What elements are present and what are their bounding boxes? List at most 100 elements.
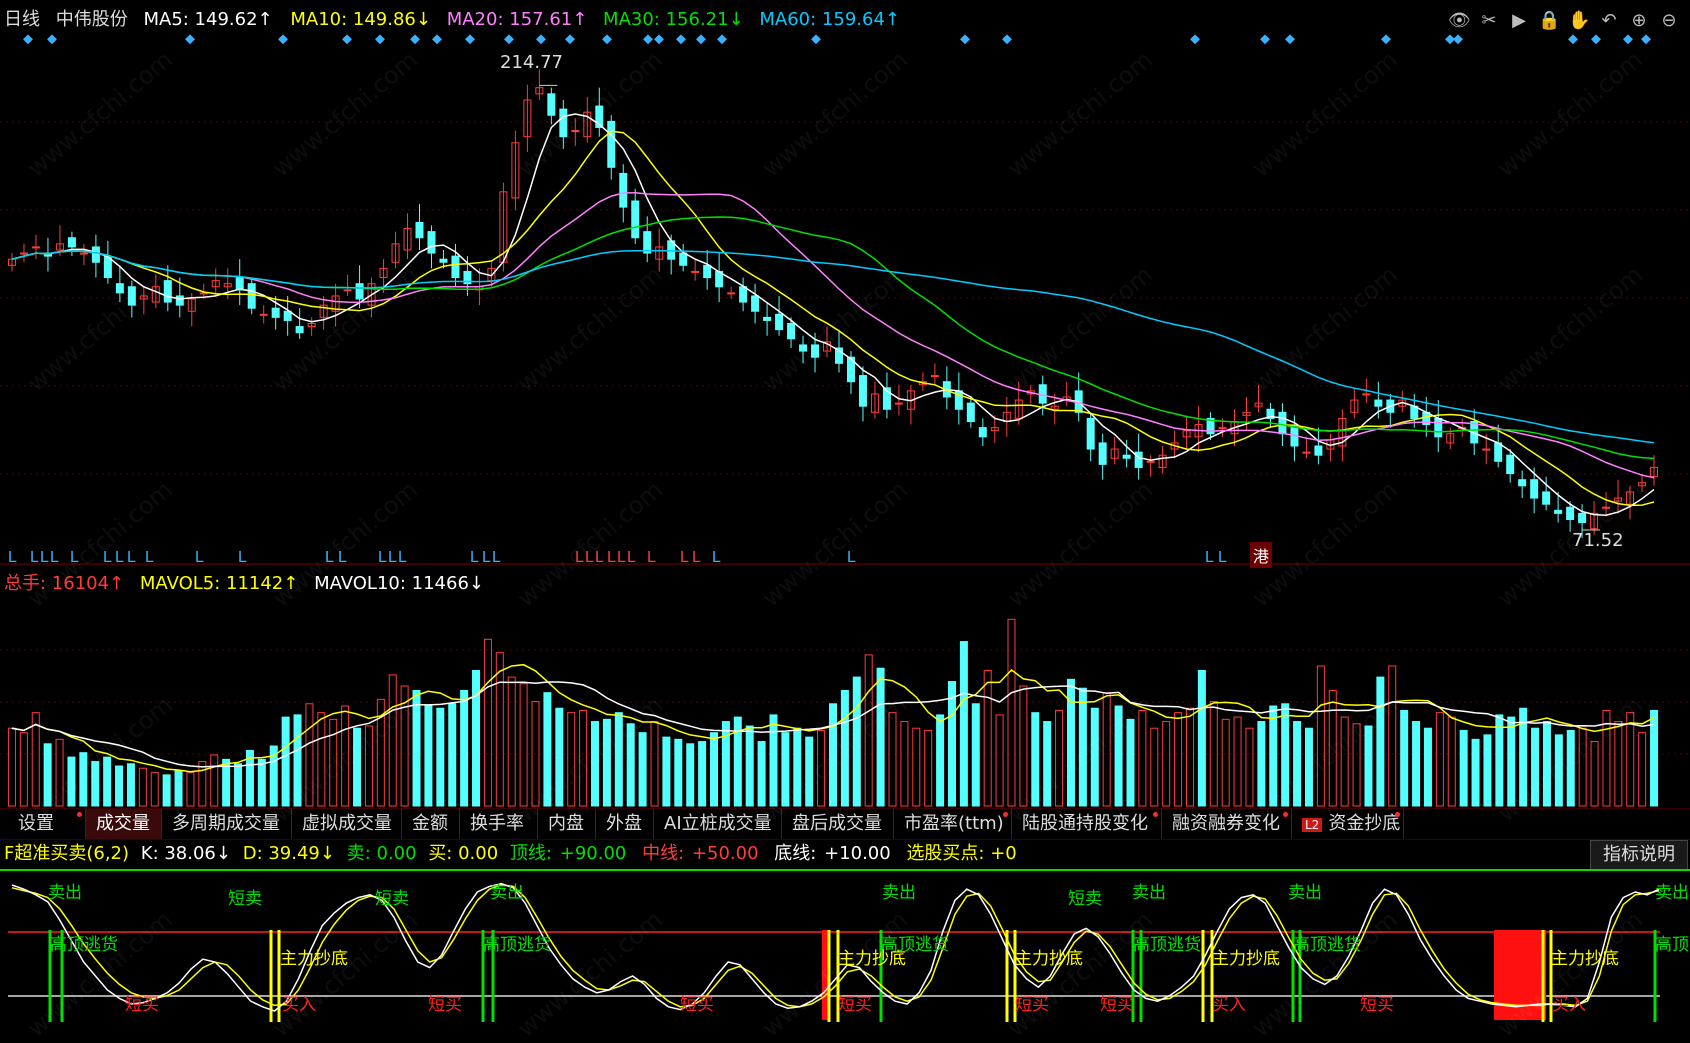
candle (175, 295, 184, 306)
candle (259, 313, 268, 316)
volume-bar (424, 705, 433, 807)
signal-label: 卖出 (490, 883, 524, 903)
candle (811, 344, 820, 358)
candle (79, 252, 88, 255)
volume-bar (674, 738, 683, 807)
signal-diamond (432, 34, 442, 45)
volume-bar (936, 714, 945, 807)
hk-badge[interactable]: 港 (1250, 542, 1273, 568)
volume-bar (1150, 727, 1159, 807)
mid-line-label: 中线: (642, 843, 685, 864)
mid-line-value: +50.00 (691, 843, 759, 864)
volume-bar (436, 707, 445, 807)
candle (1542, 491, 1551, 505)
signal-label: 短买 (1100, 995, 1134, 1015)
volume-bar (1328, 689, 1337, 807)
play-icon[interactable]: ▶ (1508, 10, 1530, 32)
volume-bar (1495, 714, 1504, 807)
tab-2[interactable]: 多周期成交量 (162, 809, 292, 839)
tab-label: 设置 (18, 813, 54, 834)
signal-diamond (811, 34, 821, 45)
signal-diamond (23, 34, 33, 45)
mavol10-label: MAVOL10: 11466↓ (314, 573, 484, 594)
tab-1[interactable]: 成交量 (86, 809, 162, 839)
lock-icon[interactable]: 🔒 (1538, 10, 1560, 32)
candle (271, 307, 280, 318)
l-marker: L (238, 549, 247, 566)
undo-icon[interactable]: ↶ (1598, 10, 1620, 32)
tab-11[interactable]: 陆股通持股变化 (1012, 809, 1162, 839)
zoom-in-icon[interactable]: ⊕ (1628, 10, 1650, 32)
stock-name: 中伟股份 (55, 9, 128, 30)
candle (235, 277, 244, 291)
candle (163, 280, 172, 303)
signal-diamond (565, 34, 575, 45)
candle (631, 200, 640, 239)
volume-bar (1007, 618, 1016, 807)
k-value: K: 38.06↓ (140, 843, 231, 864)
tab-12[interactable]: 融资融券变化 (1162, 809, 1292, 839)
signal-diamond (676, 34, 686, 45)
candle (858, 375, 867, 407)
candle (1434, 417, 1443, 438)
signal-diamond (717, 34, 727, 45)
candle (247, 283, 256, 309)
signal-label: 高顶 (1655, 935, 1689, 955)
period-label[interactable]: 日线 (4, 9, 40, 30)
volume-bar (1566, 729, 1575, 807)
indicator-name[interactable]: F超准买卖(6,2) (4, 843, 129, 864)
tab-13[interactable]: L2 资金抄底 (1292, 809, 1404, 839)
signal-label: 卖出 (882, 883, 916, 903)
tab-6[interactable]: 内盘 (538, 809, 596, 839)
tab-3[interactable]: 虚拟成交量 (292, 809, 402, 839)
volume-bar (67, 756, 76, 807)
volume-bar (19, 732, 28, 807)
volume-bar (1138, 709, 1147, 807)
volume-bar (1102, 692, 1111, 807)
tab-8[interactable]: AI立桩成交量 (654, 809, 782, 839)
tab-label: 融资融券变化 (1172, 813, 1280, 834)
l-marker: L (325, 549, 334, 566)
candle (763, 316, 772, 321)
tab-9[interactable]: 盘后成交量 (782, 809, 894, 839)
l2-badge: L2 (1302, 818, 1323, 832)
volume-bar (150, 772, 159, 807)
l-marker: L (692, 549, 701, 566)
indicator-chart[interactable]: 卖出 短卖 短卖 卖出 卖出 短卖 卖出 卖出 卖出高顶逃货 高顶逃货 高顶逃货 高顶逃货 高顶逃货 高顶… (0, 868, 1690, 1022)
l-marker: L (647, 549, 656, 566)
tab-label: 虚拟成交量 (302, 813, 392, 834)
ma5-label: MA5: 149.62↑ (143, 9, 273, 30)
candle (115, 283, 124, 294)
volume-bar (900, 721, 909, 807)
tab-dot (1153, 812, 1158, 817)
tab-label: 市盈率(ttm) (904, 813, 1004, 834)
tab-4[interactable]: 金额 (402, 809, 460, 839)
l-marker: L (50, 549, 59, 566)
volume-bar (1185, 707, 1194, 807)
tab-label: AI立桩成交量 (664, 813, 772, 834)
eye-icon[interactable]: 👁 (1448, 10, 1471, 32)
volume-bar (1423, 727, 1432, 807)
volume-bar (1376, 676, 1385, 807)
candle (1578, 512, 1587, 524)
signal-label: 短卖 (228, 889, 262, 909)
volume-bar (364, 725, 373, 807)
price-chart[interactable]: LLLLLLLLLLLLLLLLLLLLLLLLLLLLLLLL (0, 34, 1690, 566)
volume-bar (1638, 732, 1647, 807)
volume-bar (460, 689, 469, 807)
tab-5[interactable]: 换手率 (460, 809, 538, 839)
candle (894, 402, 903, 405)
tab-10[interactable]: 市盈率(ttm) (894, 809, 1012, 839)
zoom-out-icon[interactable]: ⊖ (1658, 10, 1680, 32)
volume-chart[interactable] (0, 598, 1690, 808)
ma30-label: MA30: 156.21↓ (603, 9, 744, 30)
l-marker: L (1218, 549, 1227, 566)
volume-bar (1281, 703, 1290, 807)
hand-icon[interactable]: ✋ (1568, 10, 1590, 32)
tab-0[interactable]: 设置 (8, 809, 86, 839)
volume-bar (1269, 705, 1278, 807)
tab-7[interactable]: 外盘 (596, 809, 654, 839)
indicator-explain-button[interactable]: 指标说明 (1590, 840, 1688, 870)
scissors-icon[interactable]: ✂ (1478, 10, 1500, 32)
volume-bar (210, 754, 219, 807)
